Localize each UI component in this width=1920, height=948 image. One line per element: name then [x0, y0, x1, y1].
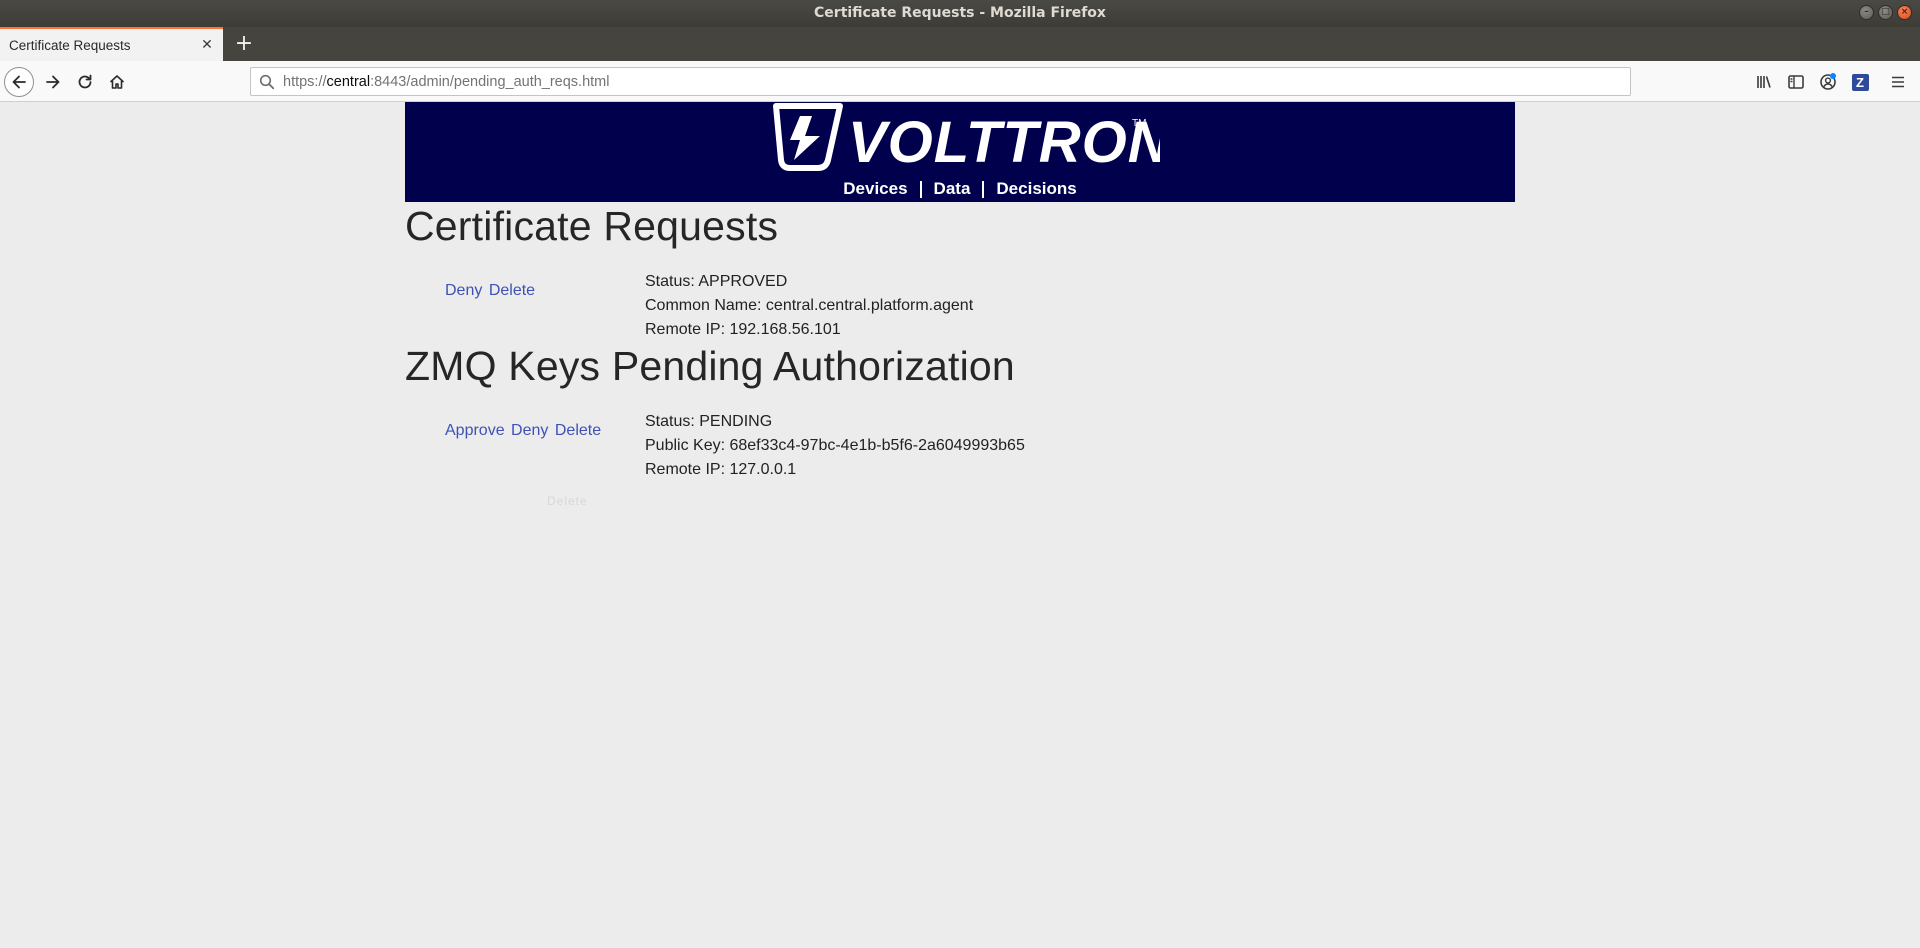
url-host: central [326, 73, 371, 90]
banner-nav: Devices Data Decisions [843, 179, 1076, 199]
window-titlebar: Certificate Requests - Mozilla Firefox –… [0, 0, 1920, 27]
deny-link[interactable]: Deny [511, 422, 548, 439]
reload-icon [78, 74, 92, 89]
tab-certificate-requests[interactable]: Certificate Requests ✕ [0, 27, 223, 61]
tab-title: Certificate Requests [9, 37, 131, 53]
zotero-button[interactable]: Z [1844, 67, 1876, 97]
back-arrow-icon [12, 75, 26, 89]
certificate-actions: Deny Delete [445, 282, 537, 300]
window-controls: – □ × [1859, 5, 1912, 20]
tab-close-icon[interactable]: ✕ [195, 37, 219, 53]
certificate-status: Status: APPROVED [645, 273, 788, 290]
delete-link[interactable]: Delete [489, 282, 535, 299]
delete-link[interactable]: Delete [555, 422, 601, 439]
zmq-actions: Approve Deny Delete [445, 422, 603, 440]
zmq-details: Status: PENDING Public Key: 68ef33c4-97b… [645, 410, 1025, 482]
sidebar-icon[interactable] [1780, 67, 1812, 97]
maximize-icon[interactable]: □ [1878, 5, 1893, 20]
library-icon[interactable] [1748, 67, 1780, 97]
nav-separator [919, 180, 922, 198]
nav-link-data[interactable]: Data [934, 179, 971, 199]
certificate-common-name: Common Name: central.central.platform.ag… [645, 297, 974, 314]
zmq-public-key: Public Key: 68ef33c4-97bc-4e1b-b5f6-2a60… [645, 437, 1025, 454]
zmq-status: Status: PENDING [645, 413, 773, 430]
url-text[interactable]: https://central:8443/admin/pending_auth_… [283, 74, 609, 90]
logo-wordmark: VOLTTRON [848, 110, 1160, 175]
zmq-remote-ip: Remote IP: 127.0.0.1 [645, 461, 797, 478]
url-bar[interactable]: https://central:8443/admin/pending_auth_… [250, 67, 1631, 96]
forward-button[interactable] [38, 67, 68, 97]
menu-icon[interactable] [1876, 67, 1920, 97]
url-scheme: https:// [283, 73, 327, 90]
page-content: VOLTTRON TM Devices Data Decisions Certi… [0, 102, 1920, 948]
home-button[interactable] [102, 67, 132, 97]
reload-button[interactable] [70, 67, 100, 97]
certificate-remote-ip: Remote IP: 192.168.56.101 [645, 321, 841, 338]
certificate-requests-heading: Certificate Requests [405, 203, 779, 249]
logo-trademark: TM [1132, 118, 1146, 129]
minimize-icon[interactable]: – [1859, 5, 1874, 20]
nav-separator [982, 180, 985, 198]
nav-toolbar: https://central:8443/admin/pending_auth_… [0, 61, 1920, 102]
volttron-logo: VOLTTRON TM [760, 102, 1160, 182]
home-icon [109, 75, 125, 89]
zmq-keys-heading: ZMQ Keys Pending Authorization [405, 343, 1015, 389]
approve-link[interactable]: Approve [445, 422, 505, 439]
notification-dot [1830, 73, 1836, 79]
certificate-details: Status: APPROVED Common Name: central.ce… [645, 270, 973, 342]
zotero-icon: Z [1851, 73, 1869, 91]
toolbar-right: Z [1748, 67, 1920, 97]
volttron-logo-image: VOLTTRON TM [773, 103, 1160, 175]
nav-link-devices[interactable]: Devices [843, 179, 907, 199]
volttron-banner: VOLTTRON TM Devices Data Decisions [405, 102, 1515, 202]
window-title: Certificate Requests - Mozilla Firefox [814, 5, 1106, 21]
search-icon [259, 74, 275, 89]
faded-delete-link[interactable]: Delete [547, 494, 588, 508]
deny-link[interactable]: Deny [445, 282, 482, 299]
url-path: :8443/admin/pending_auth_reqs.html [370, 73, 610, 90]
close-window-icon[interactable]: × [1897, 5, 1912, 20]
new-tab-icon[interactable]: + [230, 30, 258, 58]
tab-strip: Certificate Requests ✕ + [0, 27, 1920, 61]
forward-arrow-icon [46, 75, 60, 89]
nav-link-decisions[interactable]: Decisions [996, 179, 1076, 199]
back-button[interactable] [4, 67, 34, 97]
account-icon[interactable] [1812, 67, 1844, 97]
